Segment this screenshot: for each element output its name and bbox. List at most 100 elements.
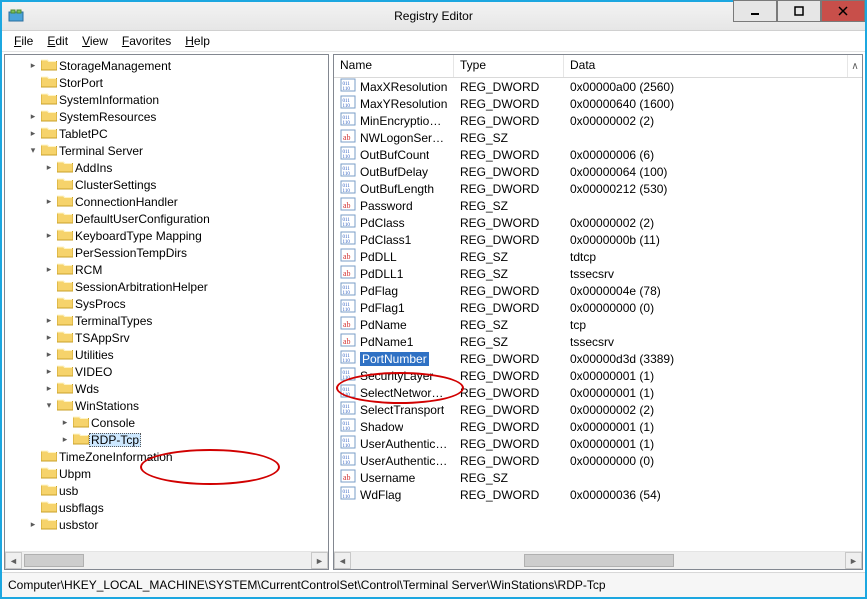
expand-icon[interactable]: ▸ — [43, 332, 55, 344]
value-name: WdFlag — [360, 488, 401, 502]
registry-value-row[interactable]: 011110OutBufCountREG_DWORD0x00000006 (6) — [334, 146, 862, 163]
list-hscrollbar[interactable]: ◄ ► — [334, 551, 862, 569]
registry-value-row[interactable]: abPdDLL1REG_SZtssecsrv — [334, 265, 862, 282]
tree-node[interactable]: ▸ConnectionHandler — [5, 193, 328, 210]
minimize-button[interactable] — [733, 0, 777, 22]
registry-value-row[interactable]: 011110PdClassREG_DWORD0x00000002 (2) — [334, 214, 862, 231]
tree-node[interactable]: ▸VIDEO — [5, 363, 328, 380]
value-data: tssecsrv — [564, 335, 862, 349]
value-type: REG_DWORD — [454, 97, 564, 111]
list-header[interactable]: Name Type Data — [334, 55, 848, 78]
tree-node[interactable]: ▾WinStations — [5, 397, 328, 414]
col-name[interactable]: Name — [334, 55, 454, 77]
tree-node[interactable]: TimeZoneInformation — [5, 448, 328, 465]
registry-tree[interactable]: ▸StorageManagementStorPortSystemInformat… — [5, 55, 328, 551]
registry-value-row[interactable]: 011110PdFlag1REG_DWORD0x00000000 (0) — [334, 299, 862, 316]
registry-value-row[interactable]: 011110MaxXResolutionREG_DWORD0x00000a00 … — [334, 78, 862, 95]
expand-icon[interactable]: ▸ — [43, 383, 55, 395]
value-name: PdFlag — [360, 284, 398, 298]
expand-icon[interactable]: ▸ — [27, 111, 39, 123]
expand-icon[interactable]: ▸ — [43, 230, 55, 242]
registry-value-row[interactable]: 011110SecurityLayerREG_DWORD0x00000001 (… — [334, 367, 862, 384]
registry-value-row[interactable]: abPdNameREG_SZtcp — [334, 316, 862, 333]
tree-node[interactable]: Ubpm — [5, 465, 328, 482]
registry-value-row[interactable]: abUsernameREG_SZ — [334, 469, 862, 486]
expand-icon[interactable]: ▸ — [43, 349, 55, 361]
menu-file[interactable]: File — [8, 32, 39, 50]
value-type: REG_DWORD — [454, 369, 564, 383]
tree-node[interactable]: StorPort — [5, 74, 328, 91]
registry-value-row[interactable]: abPdName1REG_SZtssecsrv — [334, 333, 862, 350]
col-type[interactable]: Type — [454, 55, 564, 77]
tree-node[interactable]: ▸SystemResources — [5, 108, 328, 125]
registry-value-row[interactable]: 011110PortNumberREG_DWORD0x00000d3d (338… — [334, 350, 862, 367]
close-button[interactable] — [821, 0, 865, 22]
menu-edit[interactable]: Edit — [41, 32, 74, 50]
expand-icon[interactable]: ▸ — [43, 196, 55, 208]
maximize-button[interactable] — [777, 0, 821, 22]
expand-icon[interactable]: ▸ — [43, 264, 55, 276]
col-data[interactable]: Data — [564, 55, 848, 77]
scroll-left-icon[interactable]: ◄ — [334, 552, 351, 569]
registry-value-row[interactable]: 011110SelectNetworkD...REG_DWORD0x000000… — [334, 384, 862, 401]
registry-value-row[interactable]: abNWLogonServerREG_SZ — [334, 129, 862, 146]
tree-node[interactable]: ▸Wds — [5, 380, 328, 397]
scroll-right-icon[interactable]: ► — [311, 552, 328, 569]
collapse-icon[interactable]: ▾ — [27, 145, 39, 157]
registry-value-row[interactable]: abPasswordREG_SZ — [334, 197, 862, 214]
tree-node[interactable]: ▸RDP-Tcp — [5, 431, 328, 448]
tree-node[interactable]: PerSessionTempDirs — [5, 244, 328, 261]
value-name: PdClass — [360, 216, 405, 230]
expand-icon[interactable]: ▸ — [27, 128, 39, 140]
registry-value-row[interactable]: 011110SelectTransportREG_DWORD0x00000002… — [334, 401, 862, 418]
tree-node[interactable]: DefaultUserConfiguration — [5, 210, 328, 227]
value-type: REG_DWORD — [454, 148, 564, 162]
tree-node[interactable]: SysProcs — [5, 295, 328, 312]
tree-node[interactable]: ▸KeyboardType Mapping — [5, 227, 328, 244]
tree-node[interactable]: ▸Console — [5, 414, 328, 431]
tree-node[interactable]: ▸TerminalTypes — [5, 312, 328, 329]
expand-icon[interactable]: ▸ — [43, 162, 55, 174]
expand-icon[interactable]: ▸ — [43, 315, 55, 327]
registry-value-row[interactable]: 011110OutBufLengthREG_DWORD0x00000212 (5… — [334, 180, 862, 197]
tree-node[interactable]: ClusterSettings — [5, 176, 328, 193]
registry-value-row[interactable]: 011110PdFlagREG_DWORD0x0000004e (78) — [334, 282, 862, 299]
expand-icon[interactable]: ▸ — [59, 417, 71, 429]
registry-value-row[interactable]: 011110ShadowREG_DWORD0x00000001 (1) — [334, 418, 862, 435]
tree-node[interactable]: ▸Utilities — [5, 346, 328, 363]
titlebar[interactable]: Registry Editor — [2, 2, 865, 31]
registry-value-row[interactable]: 011110PdClass1REG_DWORD0x0000000b (11) — [334, 231, 862, 248]
expand-icon[interactable]: ▸ — [43, 366, 55, 378]
registry-value-row[interactable]: 011110UserAuthenticat...REG_DWORD0x00000… — [334, 435, 862, 452]
registry-value-row[interactable]: 011110OutBufDelayREG_DWORD0x00000064 (10… — [334, 163, 862, 180]
registry-value-row[interactable]: 011110WdFlagREG_DWORD0x00000036 (54) — [334, 486, 862, 503]
value-type: REG_DWORD — [454, 165, 564, 179]
scroll-right-icon[interactable]: ► — [845, 552, 862, 569]
tree-hscrollbar[interactable]: ◄ ► — [5, 551, 328, 569]
tree-node[interactable]: ▸RCM — [5, 261, 328, 278]
registry-value-list[interactable]: 011110MaxXResolutionREG_DWORD0x00000a00 … — [334, 78, 862, 551]
tree-node[interactable]: ▸TSAppSrv — [5, 329, 328, 346]
tree-node[interactable]: SessionArbitrationHelper — [5, 278, 328, 295]
menu-favorites[interactable]: Favorites — [116, 32, 177, 50]
tree-node[interactable]: ▸AddIns — [5, 159, 328, 176]
value-name: OutBufCount — [360, 148, 429, 162]
menu-view[interactable]: View — [76, 32, 114, 50]
tree-node[interactable]: usb — [5, 482, 328, 499]
tree-node[interactable]: SystemInformation — [5, 91, 328, 108]
registry-value-row[interactable]: 011110UserAuthenticat...REG_DWORD0x00000… — [334, 452, 862, 469]
tree-node[interactable]: ▸TabletPC — [5, 125, 328, 142]
tree-node[interactable]: ▸StorageManagement — [5, 57, 328, 74]
expand-icon[interactable]: ▸ — [59, 434, 71, 446]
expand-icon[interactable]: ▸ — [27, 60, 39, 72]
registry-value-row[interactable]: abPdDLLREG_SZtdtcp — [334, 248, 862, 265]
expand-icon[interactable]: ▸ — [27, 519, 39, 531]
menu-help[interactable]: Help — [179, 32, 216, 50]
scroll-left-icon[interactable]: ◄ — [5, 552, 22, 569]
tree-node[interactable]: ▸usbstor — [5, 516, 328, 533]
collapse-icon[interactable]: ▾ — [43, 400, 55, 412]
registry-value-row[interactable]: 011110MaxYResolutionREG_DWORD0x00000640 … — [334, 95, 862, 112]
tree-node[interactable]: ▾Terminal Server — [5, 142, 328, 159]
tree-node[interactable]: usbflags — [5, 499, 328, 516]
registry-value-row[interactable]: 011110MinEncryptionL...REG_DWORD0x000000… — [334, 112, 862, 129]
